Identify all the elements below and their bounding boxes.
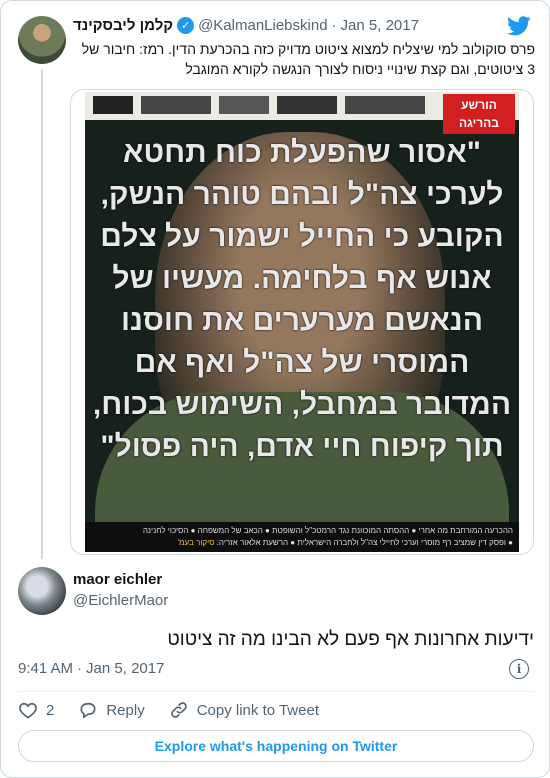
explore-twitter-button[interactable]: Explore what's happening on Twitter bbox=[18, 730, 534, 762]
info-icon[interactable]: i bbox=[509, 659, 529, 679]
thread-connector-line bbox=[41, 69, 43, 559]
tweet-media-image[interactable]: הורשע בהריגה "אסור שהפעלת כוח תחטא לערכי… bbox=[70, 89, 534, 555]
tweet-actions: 2 Reply Copy link to Tweet bbox=[18, 699, 343, 721]
link-icon bbox=[170, 702, 187, 718]
quoted-author-handle[interactable]: @KalmanLiebskind bbox=[198, 17, 327, 34]
quoted-tweet-date[interactable]: Jan 5, 2017 bbox=[341, 17, 419, 34]
reply-bubble-icon bbox=[80, 702, 96, 719]
cover-quote-text: "אסור שהפעלת כוח תחטא לערכי צה"ל ובהם טו… bbox=[92, 136, 512, 463]
quoted-author-name[interactable]: קלמן ליבסקינד bbox=[73, 17, 173, 34]
cover-bottom-line-1: ההכרעה המורחבת מה אחרי ● ההסתה המוכוונת … bbox=[142, 526, 513, 535]
copy-link-label: Copy link to Tweet bbox=[196, 701, 319, 719]
likes-count: 2 bbox=[46, 701, 55, 719]
quoted-author-avatar[interactable] bbox=[18, 16, 66, 64]
newspaper-cover: הורשע בהריגה "אסור שהפעלת כוח תחטא לערכי… bbox=[85, 92, 519, 552]
tweet-time[interactable]: 9:41 AM bbox=[18, 660, 73, 677]
twitter-bird-icon[interactable] bbox=[507, 15, 531, 37]
quoted-tweet-header: קלמן ליבסקינד ✓ @KalmanLiebskind · Jan 5… bbox=[73, 17, 419, 34]
verified-badge-icon: ✓ bbox=[177, 17, 195, 34]
copy-link-button[interactable]: Copy link to Tweet bbox=[169, 700, 319, 720]
headline-badge: הורשע בהריגה bbox=[443, 94, 515, 134]
cover-bottom-highlight: סיקור בעמ' bbox=[177, 538, 215, 547]
cover-bottom-strip: ההכרעה המורחבת מה אחרי ● ההסתה המוכוונת … bbox=[85, 522, 519, 552]
divider bbox=[18, 691, 534, 692]
author-name[interactable]: maor eichler bbox=[73, 571, 162, 588]
author-avatar[interactable] bbox=[18, 567, 66, 615]
author-handle[interactable]: @EichlerMaor bbox=[73, 592, 168, 609]
tweet-date[interactable]: Jan 5, 2017 bbox=[86, 660, 164, 677]
tweet-card: קלמן ליבסקינד ✓ @KalmanLiebskind · Jan 5… bbox=[0, 0, 550, 778]
like-button[interactable]: 2 bbox=[18, 700, 54, 720]
header-separator: · bbox=[331, 17, 337, 34]
timestamp-separator: · bbox=[77, 660, 83, 677]
reply-button[interactable]: Reply bbox=[78, 700, 145, 720]
heart-icon bbox=[19, 702, 37, 719]
tweet-timestamp[interactable]: 9:41 AM · Jan 5, 2017 bbox=[18, 660, 164, 677]
reply-label: Reply bbox=[106, 701, 145, 719]
tweet-text: ידיעות אחרונות אף פעם לא הבינו מה זה ציט… bbox=[167, 629, 534, 650]
quoted-tweet-text: פרס סוקולוב למי שיצליח למצוא ציטוט מדויק… bbox=[81, 41, 535, 77]
cover-bottom-line-2: ● ופסק דין שמציב רף מוסרי וערכי לחיילי צ… bbox=[216, 538, 513, 547]
